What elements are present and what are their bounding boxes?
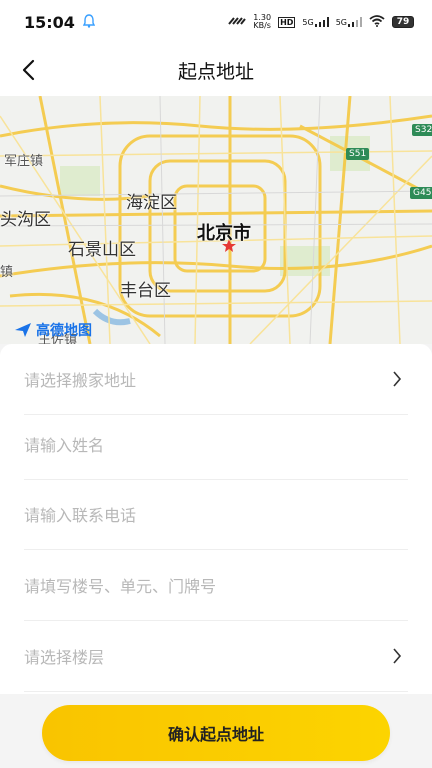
map-label-haidian: 海淀区 — [126, 193, 177, 213]
map-label-zhen: 镇 — [0, 265, 14, 280]
map-label-mentougou: 头沟区 — [0, 210, 51, 230]
address-select-row[interactable]: 请选择搬家地址 — [24, 344, 408, 415]
network-speed: 1.30 KB/s — [253, 13, 272, 30]
signal-icon-2: 5G — [336, 17, 362, 27]
map-label-fengtai: 丰台区 — [120, 281, 171, 301]
map-label-beijing: 北京市 — [197, 223, 251, 244]
hd-badge: HD — [278, 16, 296, 28]
page-title: 起点地址 — [177, 60, 254, 83]
map-label-shijingshan: 石景山区 — [68, 240, 136, 260]
phone-field[interactable]: 请输入联系电话 — [24, 479, 408, 550]
signal-icon-1: 5G — [302, 17, 329, 27]
name-placeholder: 请输入姓名 — [24, 436, 105, 455]
unit-field[interactable]: 请填写楼号、单元、门牌号 — [24, 550, 408, 621]
floor-select-row[interactable]: 请选择楼层 — [24, 621, 408, 692]
back-arrow-icon — [22, 59, 35, 81]
road-badge-s51: S51 — [346, 148, 370, 160]
phone-placeholder: 请输入联系电话 — [24, 506, 137, 525]
status-time: 15:04 — [24, 12, 75, 32]
battery-icon: 79 — [392, 16, 414, 28]
notification-icon — [82, 13, 96, 32]
map-label-junzhuang: 军庄镇 — [4, 154, 44, 169]
unit-placeholder: 请填写楼号、单元、门牌号 — [24, 577, 217, 596]
name-field[interactable]: 请输入姓名 — [24, 409, 408, 480]
back-button[interactable] — [14, 56, 42, 84]
floor-placeholder: 请选择楼层 — [24, 648, 105, 667]
chevron-right-icon — [392, 645, 408, 667]
address-form: 请选择搬家地址 请输入姓名 请输入联系电话 请填写楼号、单元、门牌号 请选择楼层 — [0, 344, 432, 694]
map-view[interactable]: 军庄镇 海淀区 头沟区 北京市 石景山区 镇 丰台区 王佐镇 S51 S32 G… — [0, 96, 432, 344]
chevron-right-icon — [392, 368, 408, 390]
header: 起点地址 — [0, 44, 432, 96]
wifi-icon — [369, 15, 385, 29]
confirm-button[interactable]: 确认起点地址 — [42, 705, 390, 761]
amap-arrow-icon — [15, 323, 31, 337]
vibrate-icon — [228, 16, 247, 28]
map-logo: 高德地图 — [14, 320, 92, 340]
status-bar: 15:04 1.30 KB/s HD 5G 5G 79 — [0, 0, 432, 44]
address-placeholder: 请选择搬家地址 — [24, 371, 137, 390]
road-badge-s32: S32 — [412, 124, 432, 136]
road-badge-g45: G45 — [410, 187, 432, 199]
